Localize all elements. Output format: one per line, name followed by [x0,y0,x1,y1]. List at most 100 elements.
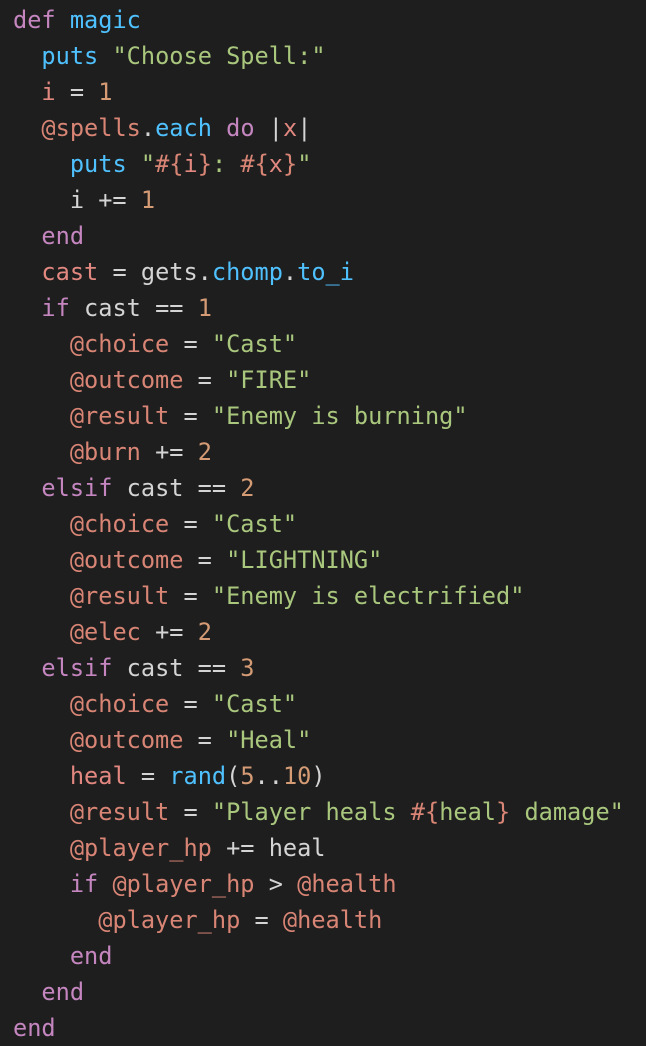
code-line: @result = "Enemy is electrified" [13,578,646,614]
code-editor[interactable]: def magic puts "Choose Spell:" i = 1 @sp… [13,2,646,1042]
code-token-string: damage" [510,798,624,826]
code-token-keyword: elsif [41,654,113,682]
code-token-method: puts [41,42,99,70]
code-token-string: "Heal" [226,726,312,754]
code-token-method: rand [169,762,227,790]
code-token-plain: | [254,114,283,142]
code-line: @outcome = "LIGHTNING" [13,542,646,578]
code-token-ivar: @outcome [69,546,184,574]
code-token-local: cast [41,258,99,286]
code-token-plain: = [240,906,283,934]
code-token-plain: . [282,258,298,286]
code-token-plain: = [183,726,227,754]
code-line: @burn += 2 [13,434,646,470]
code-token-method: magic [69,6,141,34]
code-line: end [13,218,646,254]
code-line: @elec += 2 [13,614,646,650]
code-token-ivar: } [496,798,511,826]
code-token-keyword: end [41,978,85,1006]
code-token-string: "FIRE" [226,366,312,394]
code-token-number: 1 [197,294,212,322]
code-token-plain: = [183,546,227,574]
code-token-local: x [268,150,284,178]
code-token-number: 5 [240,762,255,790]
code-token-string: "Enemy is burning" [211,402,468,430]
code-token-plain: = [169,798,212,826]
code-token-method: chomp [211,258,283,286]
code-token-string: " [140,150,156,178]
code-token-string: "Choose Spell:" [112,42,326,70]
code-token-number: 3 [240,654,255,682]
code-token-ivar: @spells [41,114,141,142]
code-token-plain: += heal [211,834,326,862]
code-token-ivar: @health [297,870,397,898]
code-token-number: 10 [282,762,312,790]
code-token-local: i [41,78,56,106]
code-token-ivar: @player_hp [69,834,212,862]
code-line: @spells.each do |x| [13,110,646,146]
code-line: cast = gets.chomp.to_i [13,254,646,290]
code-token-keyword: end [13,1014,56,1042]
code-token-keyword: elsif [41,474,113,502]
code-token-plain: .. [254,762,283,790]
code-token-ivar: @outcome [69,366,184,394]
code-token-ivar: @result [69,798,170,826]
code-token-ivar: @elec [69,618,141,646]
code-line: end [13,974,646,1010]
code-line: heal = rand(5..10) [13,758,646,794]
code-token-local: x [282,114,298,142]
code-token-plain: += [140,438,198,466]
code-token-keyword: def [13,6,56,34]
code-token-plain: . [140,114,156,142]
code-token-ivar: @outcome [69,726,184,754]
code-line: i = 1 [13,74,646,110]
code-token-ivar: #{ [155,150,184,178]
code-token-plain: i += [13,186,141,214]
code-token-plain: ) [311,762,326,790]
code-line: end [13,1010,646,1046]
code-token-local: i [183,150,198,178]
code-token-number: 2 [197,618,212,646]
code-line: @choice = "Cast" [13,686,646,722]
code-token-ivar: @player_hp [98,906,241,934]
code-token-plain: cast == [112,654,241,682]
code-token-string: "Player heals [211,798,411,826]
code-token-plain: = [169,330,212,358]
code-token-plain: = gets. [98,258,212,286]
code-line: @outcome = "FIRE" [13,362,646,398]
code-line: end [13,938,646,974]
code-token-ivar: @burn [69,438,141,466]
code-token-ivar: @player_hp [112,870,255,898]
code-token-plain: | [297,114,312,142]
code-token-plain: cast == [69,294,198,322]
code-token-ivar: @result [69,582,170,610]
code-token-plain: = [126,762,170,790]
code-token-local: heal [69,762,127,790]
code-token-ivar: #{ [410,798,440,826]
code-token-string: "Enemy is electrified" [211,582,525,610]
code-line: puts "Choose Spell:" [13,38,646,74]
code-token-string: "Cast" [211,510,298,538]
code-line: @player_hp += heal [13,830,646,866]
code-line: def magic [13,2,646,38]
code-token-method: to_i [297,258,354,286]
